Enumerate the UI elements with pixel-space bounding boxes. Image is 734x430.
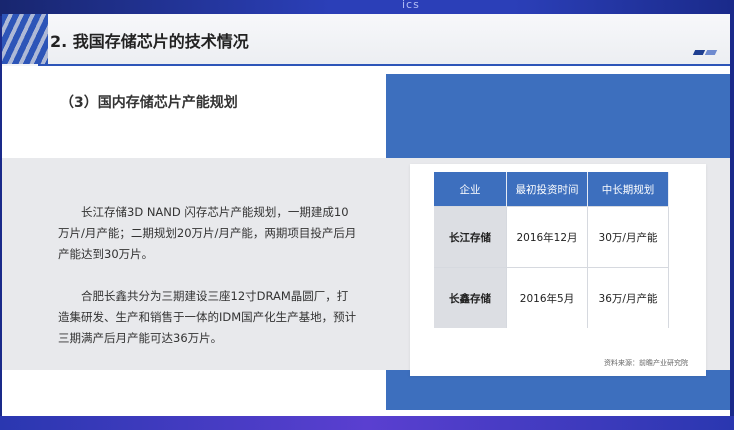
table-row: 长江存储 2016年12月 30万/月产能 bbox=[434, 206, 669, 268]
capacity-table: 企业 最初投资时间 中长期规划 长江存储 2016年12月 30万/月产能 长鑫… bbox=[434, 172, 669, 328]
table-header-cell: 中长期规划 bbox=[587, 172, 669, 207]
header-stripes-decoration bbox=[2, 14, 48, 64]
blue-accent-block-lower bbox=[386, 370, 730, 410]
table-header-cell: 最初投资时间 bbox=[506, 172, 588, 207]
table-panel: 企业 最初投资时间 中长期规划 长江存储 2016年12月 30万/月产能 长鑫… bbox=[410, 164, 706, 376]
table-source-note: 资料来源：前瞻产业研究院 bbox=[604, 359, 688, 367]
table-cell: 30万/月产能 bbox=[587, 206, 669, 268]
table-cell: 2016年5月 bbox=[506, 267, 588, 328]
table-header-row: 企业 最初投资时间 中长期规划 bbox=[434, 172, 669, 207]
slide-header: 2. 我国存储芯片的技术情况 bbox=[2, 14, 730, 64]
table-row: 长鑫存储 2016年5月 36万/月产能 bbox=[434, 267, 669, 328]
table-cell-company: 长江存储 bbox=[434, 206, 507, 268]
table-cell: 2016年12月 bbox=[506, 206, 588, 268]
paragraph-yangtze: 长江存储3D NAND 闪存芯片产能规划，一期建成10万片/月产能；二期规划20… bbox=[58, 204, 357, 261]
slide-title: 2. 我国存储芯片的技术情况 bbox=[50, 32, 249, 51]
paragraph-changxin: 合肥长鑫共分为三期建设三座12寸DRAM晶圆厂，打造集研发、生产和销售于一体的I… bbox=[58, 288, 357, 345]
bottom-band bbox=[0, 416, 734, 430]
table-cell: 36万/月产能 bbox=[587, 267, 669, 328]
slide: 2. 我国存储芯片的技术情况 （3）国内存储芯片产能规划 长江存储3D NAND… bbox=[2, 14, 730, 416]
table-header-cell: 企业 bbox=[434, 172, 507, 207]
top-band-text: ics bbox=[402, 0, 420, 11]
header-marks-decoration bbox=[692, 50, 718, 55]
table-cell-company: 长鑫存储 bbox=[434, 267, 507, 328]
section-subtitle: （3）国内存储芯片产能规划 bbox=[60, 95, 238, 111]
